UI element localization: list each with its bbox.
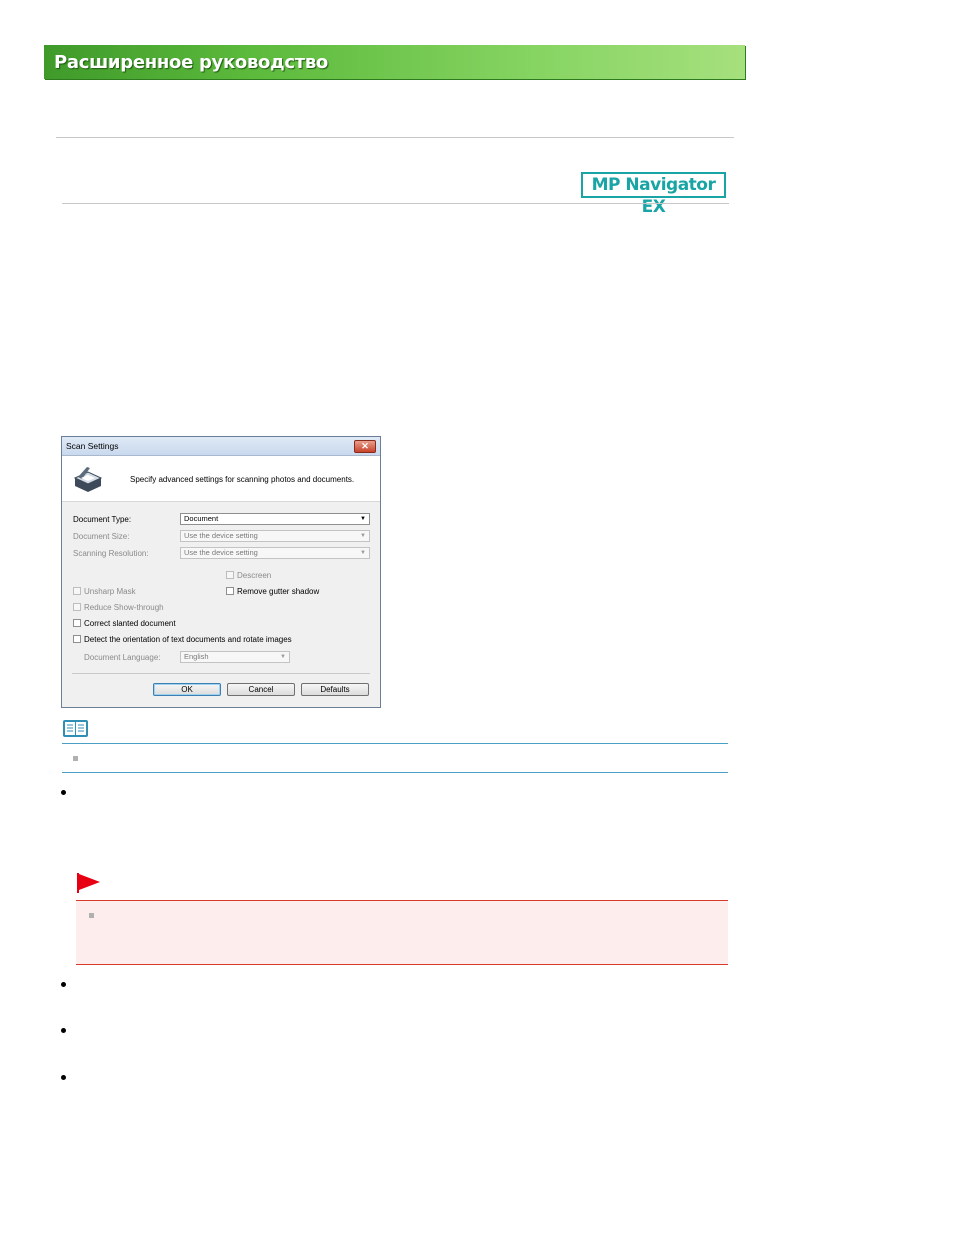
ok-button[interactable]: OK (153, 683, 221, 696)
remove-gutter-label: Remove gutter shadow (237, 587, 320, 596)
reduce-showthrough-label: Reduce Show-through (84, 603, 164, 612)
dialog-description: Specify advanced settings for scanning p… (130, 475, 355, 484)
dialog-separator (72, 673, 370, 674)
top-divider (56, 137, 734, 138)
correct-slanted-label: Correct slanted document (84, 619, 176, 628)
correct-slanted-checkbox[interactable] (73, 619, 81, 627)
list-bullet (61, 1028, 66, 1033)
detect-orientation-checkbox[interactable] (73, 635, 81, 643)
document-language-value: English (184, 652, 209, 661)
detect-orientation-label: Detect the orientation of text documents… (84, 635, 292, 644)
note-bullet (73, 756, 78, 761)
list-bullet (61, 982, 66, 987)
scanning-resolution-select[interactable]: Use the device setting ▼ (180, 547, 370, 559)
note-book-icon (63, 720, 88, 737)
unsharp-mask-checkbox[interactable] (73, 587, 81, 595)
list-bullet (61, 790, 66, 795)
unsharp-mask-label: Unsharp Mask (84, 587, 136, 596)
document-size-value: Use the device setting (184, 531, 258, 540)
chevron-down-icon: ▼ (360, 550, 366, 556)
document-language-label: Document Language: (84, 653, 161, 662)
defaults-button[interactable]: Defaults (301, 683, 369, 696)
descreen-checkbox[interactable] (226, 571, 234, 579)
document-size-select[interactable]: Use the device setting ▼ (180, 530, 370, 542)
mp-navigator-logo: MP Navigator EX (581, 172, 726, 217)
chevron-down-icon: ▼ (360, 516, 366, 522)
warning-box (76, 900, 728, 965)
dialog-header: Specify advanced settings for scanning p… (62, 456, 380, 502)
manual-banner: Расширенное руководство (44, 45, 745, 79)
dialog-title: Scan Settings (66, 441, 119, 451)
scanning-resolution-label: Scanning Resolution: (73, 549, 149, 558)
document-type-select[interactable]: Document ▼ (180, 513, 370, 525)
warning-flag-icon (77, 873, 100, 893)
warning-bullet (89, 913, 94, 918)
document-type-value: Document (184, 514, 219, 523)
document-language-select[interactable]: English ▼ (180, 651, 290, 663)
reduce-showthrough-checkbox[interactable] (73, 603, 81, 611)
cancel-button[interactable]: Cancel (227, 683, 295, 696)
document-type-label: Document Type: (73, 515, 132, 524)
dialog-titlebar: Scan Settings ✕ (62, 437, 380, 456)
chevron-down-icon: ▼ (280, 654, 286, 660)
descreen-label: Descreen (237, 571, 272, 580)
document-size-label: Document Size: (73, 532, 130, 541)
banner-title: Расширенное руководство (54, 52, 328, 73)
list-bullet (61, 1075, 66, 1080)
title-divider (62, 203, 729, 204)
remove-gutter-checkbox[interactable] (226, 587, 234, 595)
scanning-resolution-value: Use the device setting (184, 548, 258, 557)
chevron-down-icon: ▼ (360, 533, 366, 539)
close-button[interactable]: ✕ (354, 440, 376, 453)
scan-settings-dialog: Scan Settings ✕ Specify advanced setting… (61, 436, 381, 708)
note-box (62, 743, 728, 773)
scanner-icon (73, 467, 103, 492)
